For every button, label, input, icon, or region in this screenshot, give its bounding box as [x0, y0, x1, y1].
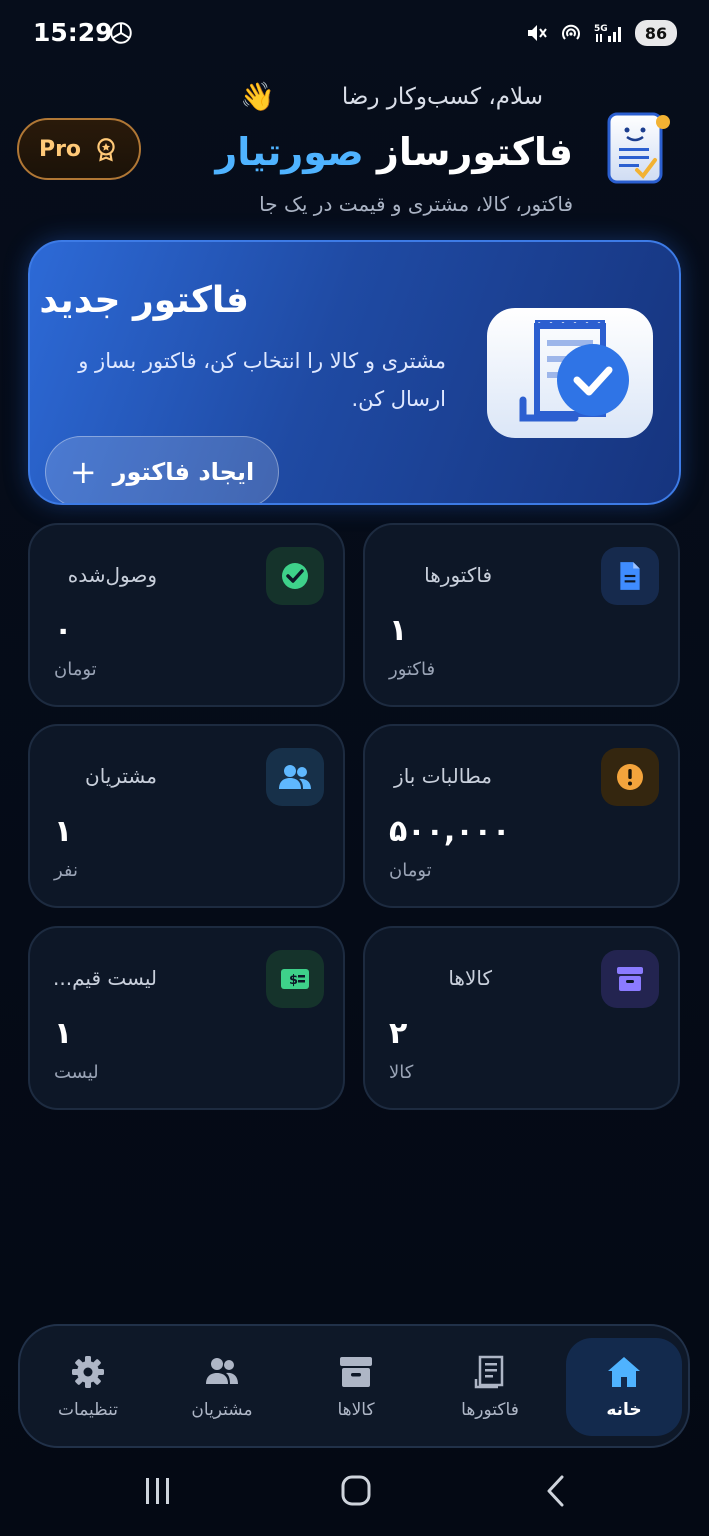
bottom-navigation: خانه فاکتورها کالاها مشتریان تنظیمات	[18, 1324, 690, 1448]
wave-emoji: 👋	[240, 80, 275, 113]
5g-signal-icon: 5G	[594, 24, 621, 42]
card-value: ۲	[389, 1016, 408, 1051]
card-unit: لیست	[54, 1062, 99, 1083]
app-title: فاکتورساز صورتیار	[215, 130, 573, 174]
home-icon	[608, 1357, 640, 1387]
archive-icon	[340, 1357, 372, 1387]
stat-card-collected[interactable]: وصول‌شده ۰ تومان	[28, 523, 345, 707]
users-icon	[266, 748, 324, 806]
plus-icon: +	[69, 453, 97, 491]
create-invoice-label: ایجاد فاکتور	[112, 458, 255, 486]
new-invoice-card[interactable]: فاکتور جدید مشتری و کالا را انتخاب کن، ف…	[28, 240, 681, 505]
archive-icon	[601, 950, 659, 1008]
stat-card-customers[interactable]: مشتریان ۱ نفر	[28, 724, 345, 908]
status-time: 15:29	[33, 18, 113, 47]
svg-text:$: $	[289, 973, 298, 988]
status-icons: 5G 86	[525, 20, 677, 46]
app-logo-icon	[607, 112, 670, 184]
greeting: سلام، کسب‌وکار رضا	[341, 84, 543, 110]
hero-description: مشتری و کالا را انتخاب کن، فاکتور بساز و…	[78, 349, 446, 411]
card-unit: کالا	[389, 1062, 414, 1083]
app-screen: 15:29 5G	[0, 0, 709, 1536]
nav-products[interactable]: کالاها	[298, 1338, 414, 1436]
users-icon	[206, 1358, 238, 1384]
stat-card-price-lists[interactable]: $ لیست قیم... ۱ لیست	[28, 926, 345, 1110]
card-title: وصول‌شده	[67, 563, 157, 587]
back-icon[interactable]	[536, 1474, 576, 1508]
recent-apps-icon[interactable]	[138, 1474, 178, 1508]
money-icon: $	[266, 950, 324, 1008]
app-title-part1: فاکتورساز	[377, 130, 573, 174]
gear-icon	[72, 1356, 104, 1388]
card-value: ۰	[54, 613, 73, 648]
battery-indicator: 86	[635, 20, 677, 46]
header: سلام، کسب‌وکار رضا 👋 فاکتورساز صورتیار ف…	[17, 78, 679, 228]
nav-label: خانه	[606, 1400, 642, 1420]
nav-label: کالاها	[337, 1400, 375, 1420]
document-icon	[601, 547, 659, 605]
home-button-icon[interactable]	[336, 1474, 376, 1508]
card-title: لیست قیم...	[53, 966, 157, 990]
app-title-part2: صورتیار	[215, 130, 364, 174]
invoice-illustration-icon	[487, 308, 653, 438]
card-unit: نفر	[54, 860, 79, 881]
card-title: فاکتورها	[424, 563, 492, 587]
app-subtitle: فاکتور، کالا، مشتری و قیمت در یک جا	[259, 192, 573, 216]
stat-card-invoices[interactable]: فاکتورها ۱ فاکتور	[363, 523, 680, 707]
card-unit: فاکتور	[389, 659, 436, 680]
nav-label: مشتریان	[191, 1400, 253, 1420]
alert-circle-icon	[601, 748, 659, 806]
hero-title: فاکتور جدید	[39, 280, 249, 321]
nav-label: فاکتورها	[461, 1400, 519, 1420]
nav-settings[interactable]: تنظیمات	[30, 1338, 146, 1436]
card-title: کالاها	[448, 966, 492, 990]
card-title: مطالبات باز	[394, 764, 492, 788]
nav-label: تنظیمات	[58, 1400, 118, 1420]
card-title: مشتریان	[85, 764, 157, 788]
card-value: ۵۰۰,۰۰۰	[389, 814, 511, 849]
nav-invoices[interactable]: فاکتورها	[432, 1338, 548, 1436]
stat-card-receivables[interactable]: مطالبات باز ۵۰۰,۰۰۰ تومان	[363, 724, 680, 908]
card-value: ۱	[389, 613, 408, 648]
openai-icon	[110, 22, 132, 44]
hotspot-icon	[562, 24, 580, 40]
mute-icon	[528, 25, 547, 41]
award-icon	[97, 138, 115, 162]
status-bar: 15:29 5G 86	[0, 0, 709, 70]
check-circle-icon	[266, 547, 324, 605]
system-navigation-bar	[0, 1448, 709, 1536]
card-unit: تومان	[389, 860, 432, 881]
card-value: ۱	[54, 1016, 73, 1051]
pro-label: Pro	[38, 136, 82, 162]
create-invoice-button[interactable]: ایجاد فاکتور +	[45, 436, 279, 503]
receipt-icon	[474, 1355, 504, 1389]
nav-home[interactable]: خانه	[566, 1338, 682, 1436]
card-value: ۱	[54, 814, 73, 849]
svg-text:5G: 5G	[594, 24, 608, 34]
pro-badge[interactable]: Pro	[17, 118, 141, 180]
card-unit: تومان	[54, 659, 97, 680]
nav-customers[interactable]: مشتریان	[164, 1338, 280, 1436]
stat-card-products[interactable]: کالاها ۲ کالا	[363, 926, 680, 1110]
